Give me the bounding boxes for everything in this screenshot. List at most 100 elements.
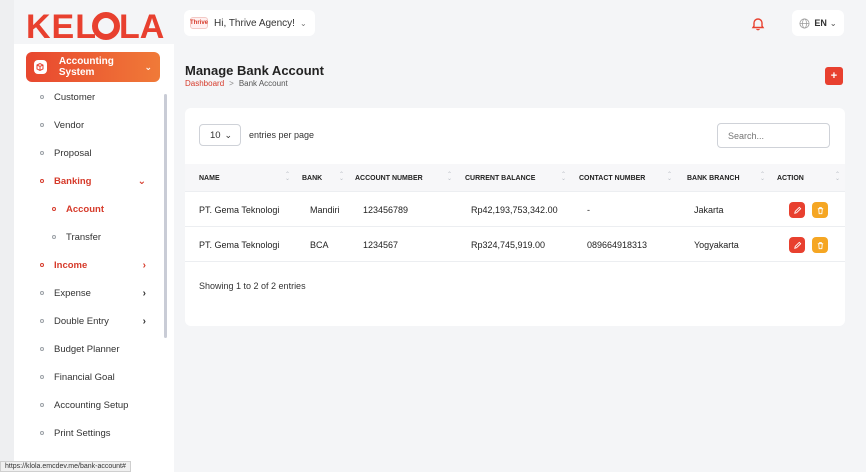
sidebar-item-account[interactable]: Account — [14, 198, 164, 220]
column-header-bank[interactable]: BANK — [302, 164, 322, 192]
sidebar-item-customer[interactable]: Customer — [14, 86, 164, 108]
sort-icon[interactable]: ⌃ ⌄ — [667, 172, 672, 182]
add-bank-account-button[interactable]: + — [825, 67, 843, 85]
cell-bank-branch: Jakarta — [694, 204, 724, 215]
sort-icon[interactable]: ⌃ ⌄ — [339, 172, 344, 182]
bullet-icon — [40, 123, 44, 127]
cell-bank: BCA — [310, 239, 329, 250]
topbar: Thrive Hi, Thrive Agency! ⌄ EN ⌄ — [174, 0, 866, 44]
cell-current-balance: Rp42,193,753,342.00 — [471, 204, 558, 215]
svg-text:KEL: KEL — [26, 8, 97, 46]
breadcrumb-separator: > — [229, 79, 234, 88]
column-header-bank-branch[interactable]: BANK BRANCH — [687, 164, 740, 192]
cell-bank-branch: Yogyakarta — [694, 239, 739, 250]
sidebar-item-label: Accounting Setup — [54, 399, 129, 411]
pencil-icon — [793, 241, 801, 249]
chevron-down-icon: ⌄ — [144, 61, 152, 72]
cell-current-balance: Rp324,745,919.00 — [471, 239, 546, 250]
entries-label: entries per page — [249, 130, 315, 140]
search-input[interactable] — [717, 123, 830, 148]
language-selector[interactable]: EN ⌄ — [792, 10, 844, 36]
sidebar-item-vendor[interactable]: Vendor — [14, 114, 164, 136]
sidebar-item-accounting-setup[interactable]: Accounting Setup — [14, 394, 164, 416]
status-bar-url: https://klola.emcdev.me/bank-account# — [0, 461, 131, 472]
chevron-right-icon: › — [142, 287, 146, 299]
entries-per-page-select[interactable]: 10 ⌄ — [199, 124, 241, 146]
sidebar-item-label: Financial Goal — [54, 371, 115, 383]
page-title: Manage Bank Account — [185, 63, 324, 78]
column-header-contact-number[interactable]: CONTACT NUMBER — [579, 164, 645, 192]
column-header-name[interactable]: NAME — [199, 164, 220, 192]
sidebar: Accounting System ⌄ Customer Vendor Prop… — [14, 44, 174, 472]
chevron-right-icon: › — [142, 315, 146, 327]
chevron-down-icon: ⌄ — [137, 175, 146, 187]
sidebar-item-label: Print Settings — [54, 427, 111, 439]
table-row: PT. Gema Teknologi BCA 1234567 Rp324,745… — [185, 227, 845, 262]
sidebar-item-label: Customer — [54, 91, 96, 103]
bank-account-card: 10 ⌄ entries per page NAME ⌃⌄ BANK ⌃⌄ AC… — [185, 108, 845, 326]
chevron-right-icon: › — [142, 259, 146, 271]
sidebar-item-double-entry[interactable]: Double Entry › — [14, 310, 164, 332]
bullet-icon — [40, 179, 44, 183]
column-header-account-number[interactable]: ACCOUNT NUMBER — [355, 164, 423, 192]
entries-value: 10 — [210, 129, 221, 141]
table-info: Showing 1 to 2 of 2 entries — [199, 281, 306, 291]
delete-button[interactable] — [812, 202, 828, 218]
sort-icon[interactable]: ⌃ ⌄ — [835, 172, 840, 182]
bullet-icon — [40, 347, 44, 351]
entries-control: 10 ⌄ entries per page — [199, 124, 314, 146]
column-header-current-balance[interactable]: CURRENT BALANCE — [465, 164, 535, 192]
sidebar-item-banking[interactable]: Banking ⌄ — [14, 170, 164, 192]
bullet-icon — [40, 319, 44, 323]
sidebar-item-label: Income — [54, 259, 88, 271]
bullet-icon — [40, 431, 44, 435]
bullet-icon — [40, 95, 44, 99]
table-row: PT. Gema Teknologi Mandiri 123456789 Rp4… — [185, 192, 845, 227]
edit-button[interactable] — [789, 202, 805, 218]
trash-icon — [817, 206, 823, 214]
sidebar-item-proposal[interactable]: Proposal — [14, 142, 164, 164]
cell-bank: Mandiri — [310, 204, 340, 215]
accounting-system-button[interactable]: Accounting System ⌄ — [26, 52, 160, 82]
sidebar-item-financial-goal[interactable]: Financial Goal — [14, 366, 164, 388]
sidebar-item-label: Expense — [54, 287, 91, 299]
svg-text:LA: LA — [119, 8, 164, 46]
delete-button[interactable] — [812, 237, 828, 253]
avatar: Thrive — [190, 17, 208, 29]
kelola-logo[interactable]: KEL LA — [24, 6, 164, 46]
sidebar-item-label: Budget Planner — [54, 343, 120, 355]
cell-name: PT. Gema Teknologi — [199, 204, 280, 215]
breadcrumb-current: Bank Account — [238, 79, 288, 88]
bullet-icon — [52, 235, 56, 239]
breadcrumb-dashboard-link[interactable]: Dashboard — [185, 79, 224, 88]
sidebar-item-expense[interactable]: Expense › — [14, 282, 164, 304]
bullet-icon — [40, 151, 44, 155]
sort-icon[interactable]: ⌃ ⌄ — [447, 172, 452, 182]
user-menu-button[interactable]: Thrive Hi, Thrive Agency! ⌄ — [184, 10, 315, 36]
table-header: NAME ⌃ ⌄ BANK ⌃ ⌄ ACCOUNT NUMBER ⌃ ⌄ CURREN… — [185, 164, 845, 192]
sidebar-item-transfer[interactable]: Transfer — [14, 226, 164, 248]
sidebar-item-budget-planner[interactable]: Budget Planner — [14, 338, 164, 360]
sort-icon[interactable]: ⌃ ⌄ — [760, 172, 765, 182]
sidebar-item-print-settings[interactable]: Print Settings — [14, 422, 164, 444]
bullet-icon — [40, 403, 44, 407]
sidebar-item-income[interactable]: Income › — [14, 254, 164, 276]
notification-icon[interactable] — [748, 14, 768, 34]
chevron-down-icon: ⌄ — [299, 18, 307, 28]
sort-icon[interactable]: ⌃ ⌄ — [285, 172, 290, 182]
bullet-icon — [40, 291, 44, 295]
cell-contact-number: - — [587, 204, 590, 215]
sidebar-item-label: Banking — [54, 175, 92, 187]
greeting-text: Hi, Thrive Agency! — [214, 17, 295, 29]
bullet-icon — [40, 263, 44, 267]
bullet-icon — [40, 375, 44, 379]
edit-button[interactable] — [789, 237, 805, 253]
trash-icon — [817, 241, 823, 249]
sidebar-item-label: Transfer — [66, 231, 102, 243]
sidebar-scrollbar[interactable] — [164, 94, 167, 338]
column-header-action[interactable]: ACTION — [777, 164, 804, 192]
sidebar-item-label: Account — [66, 203, 104, 215]
accounting-system-label: Accounting System — [58, 56, 114, 78]
cell-contact-number: 089664918313 — [587, 239, 648, 250]
sort-icon[interactable]: ⌃ ⌄ — [561, 172, 566, 182]
